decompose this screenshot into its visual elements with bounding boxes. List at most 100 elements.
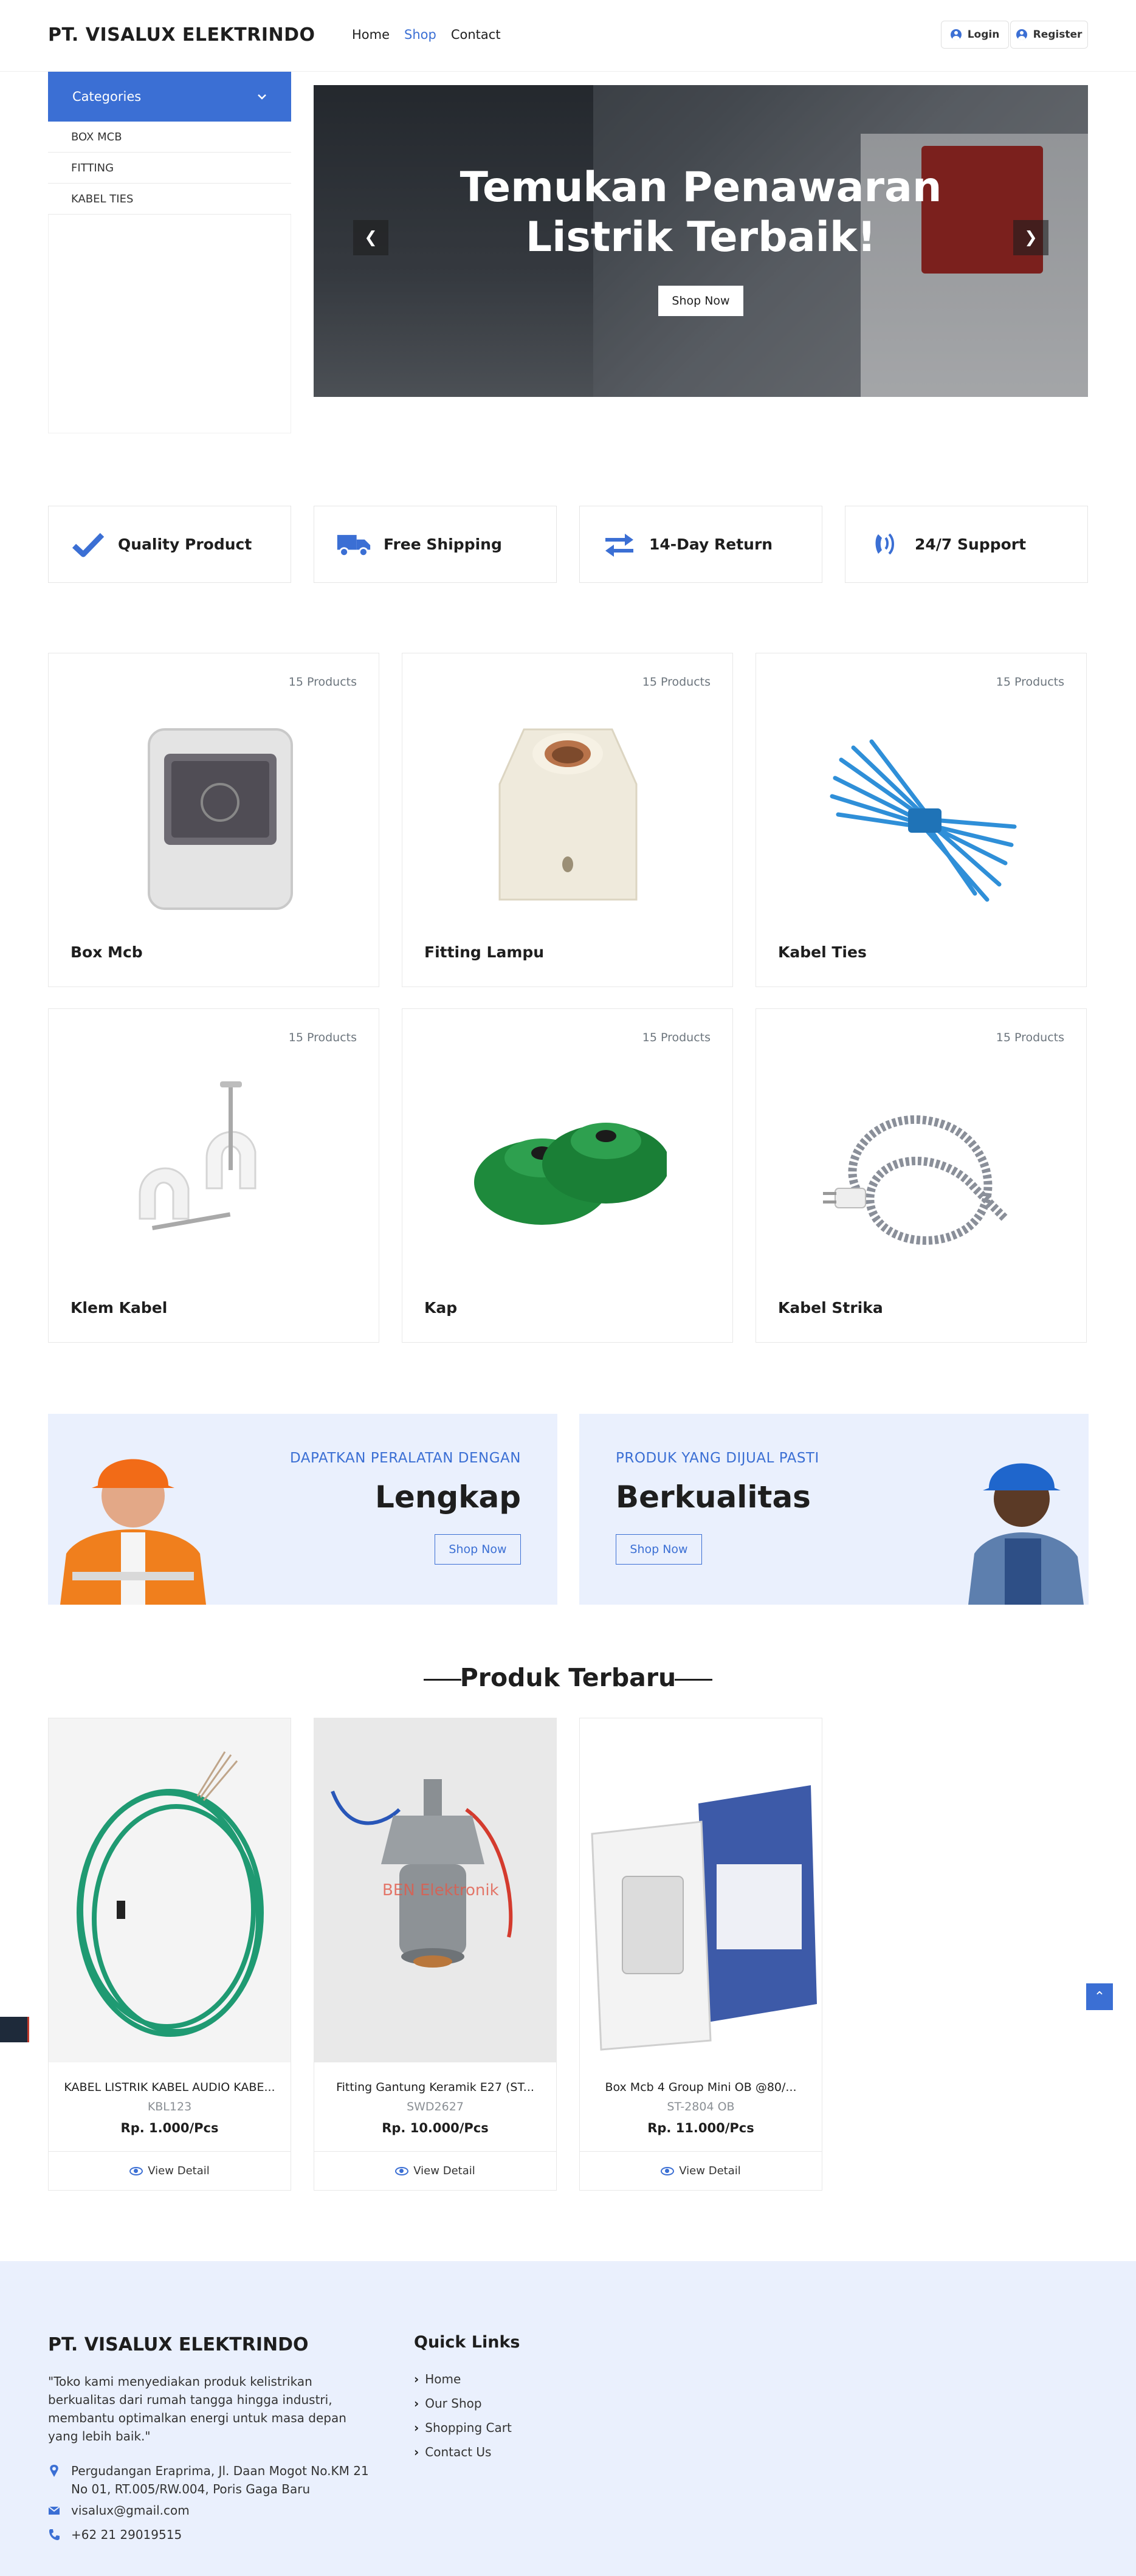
- banner-title: Lengkap: [375, 1479, 521, 1515]
- quick-link-label: Shopping Cart: [425, 2420, 512, 2435]
- product-count: 15 Products: [288, 675, 357, 689]
- product-count: 15 Products: [996, 1031, 1064, 1044]
- worker-orange-image: [60, 1459, 206, 1605]
- quick-link-home[interactable]: › Home: [414, 2372, 461, 2386]
- chevron-down-icon: [258, 94, 266, 100]
- exchange-icon: [602, 527, 637, 562]
- eye-icon: [129, 2166, 143, 2175]
- feature-shipping: Free Shipping: [314, 506, 557, 583]
- category-card-klem-kabel[interactable]: 15 Products Klem Kabel: [48, 1008, 379, 1343]
- category-item-box-mcb[interactable]: BOX MCB: [48, 122, 291, 153]
- chevron-right-icon: ›: [414, 2372, 419, 2386]
- footer-email-text: visalux@gmail.com: [71, 2503, 190, 2518]
- banner-subtitle: PRODUK YANG DIJUAL PASTI: [616, 1450, 819, 1466]
- category-name: Kabel Strika: [778, 1299, 883, 1317]
- eye-icon: [395, 2166, 409, 2175]
- section-title: Produk Terbaru: [460, 1663, 676, 1692]
- view-detail-link[interactable]: View Detail: [580, 2151, 822, 2190]
- product-card-kabel[interactable]: KABEL LISTRIK KABEL AUDIO KABE... KBL123…: [48, 1718, 291, 2191]
- category-name: Box Mcb: [71, 943, 143, 961]
- category-item-fitting[interactable]: FITTING: [48, 153, 291, 184]
- feature-quality: Quality Product: [48, 506, 291, 583]
- product-name[interactable]: Box Mcb 4 Group Mini OB @80/...: [580, 2081, 822, 2094]
- double-chevron-up-icon: ⌃: [1093, 1989, 1106, 2005]
- hero-title-line2: Listrik Terbaik!: [525, 213, 876, 261]
- footer-phone[interactable]: +62 21 29019515: [48, 2526, 388, 2544]
- feature-label: 24/7 Support: [915, 536, 1027, 553]
- view-detail-link[interactable]: View Detail: [314, 2151, 556, 2190]
- phone-icon: [49, 2529, 60, 2540]
- category-card-box-mcb[interactable]: 15 Products Box Mcb: [48, 653, 379, 987]
- product-count: 15 Products: [642, 1031, 711, 1044]
- truck-icon: [336, 527, 371, 562]
- carousel-next-button[interactable]: ❯: [1013, 220, 1048, 255]
- back-to-top-button[interactable]: ⌃: [1086, 1983, 1113, 2010]
- register-button[interactable]: Register: [1010, 21, 1088, 49]
- product-name[interactable]: KABEL LISTRIK KABEL AUDIO KABE...: [49, 2081, 291, 2094]
- eye-icon: [661, 2166, 675, 2175]
- product-card-fitting-gantung[interactable]: BEN Elektronik Fitting Gantung Keramik E…: [314, 1718, 557, 2191]
- check-icon: [71, 527, 106, 562]
- klem-kabel-image: [139, 1081, 256, 1230]
- quick-link-label: Home: [425, 2372, 461, 2386]
- banner-shop-now-button[interactable]: Shop Now: [616, 1534, 702, 1565]
- quick-links-title: Quick Links: [414, 2333, 520, 2352]
- chevron-left-icon: ❮: [364, 229, 377, 247]
- register-label: Register: [1033, 29, 1083, 41]
- login-label: Login: [967, 29, 1000, 41]
- quick-link-label: Our Shop: [425, 2396, 482, 2411]
- quick-link-shopping-cart[interactable]: › Shopping Cart: [414, 2420, 512, 2435]
- feature-label: 14-Day Return: [649, 536, 773, 553]
- categories-toggle[interactable]: Categories: [48, 72, 291, 122]
- login-button[interactable]: Login: [941, 21, 1009, 49]
- category-name: Kap: [424, 1299, 458, 1317]
- footer-address: Pergudangan Eraprima, Jl. Daan Mogot No.…: [48, 2462, 388, 2498]
- category-item-kabel-ties[interactable]: KABEL TIES: [48, 184, 291, 215]
- footer-email[interactable]: visalux@gmail.com: [48, 2501, 388, 2519]
- category-card-fitting-lampu[interactable]: 15 Products Fitting Lampu: [402, 653, 733, 987]
- category-card-kabel-ties[interactable]: 15 Products Kabel Ties: [756, 653, 1087, 987]
- chevron-right-icon: ›: [414, 2420, 419, 2435]
- footer-brand: PT. VISALUX ELEKTRINDO: [48, 2334, 309, 2355]
- feature-return: 14-Day Return: [579, 506, 822, 583]
- product-sku: KBL123: [147, 2100, 192, 2113]
- quick-link-our-shop[interactable]: › Our Shop: [414, 2396, 482, 2411]
- promo-banner-lengkap: DAPATKAN PERALATAN DENGAN Lengkap Shop N…: [48, 1414, 557, 1605]
- kap-lampu-image: [474, 1123, 667, 1225]
- envelope-icon: [48, 2506, 60, 2515]
- product-count: 15 Products: [288, 1031, 357, 1044]
- footer-description: "Toko kami menyediakan produk kelistrika…: [48, 2374, 346, 2443]
- view-detail-link[interactable]: View Detail: [49, 2151, 291, 2190]
- chevron-right-icon: ›: [414, 2396, 419, 2411]
- product-sku: SWD2627: [407, 2100, 464, 2113]
- kabel-ties-image: [830, 739, 1017, 902]
- brand-logo[interactable]: PT. VISALUX ELEKTRINDO: [48, 24, 315, 46]
- product-price: Rp. 10.000/Pcs: [382, 2121, 489, 2135]
- user-icon: [950, 29, 962, 40]
- product-card-box-mcb[interactable]: Box Mcb 4 Group Mini OB @80/... ST-2804 …: [579, 1718, 822, 2191]
- map-marker-icon: [50, 2465, 58, 2477]
- banner-shop-now-button[interactable]: Shop Now: [435, 1534, 521, 1565]
- hero-shop-now-button[interactable]: Shop Now: [658, 286, 743, 316]
- category-card-kap[interactable]: 15 Products Kap: [402, 1008, 733, 1343]
- nav-shop[interactable]: Shop: [404, 27, 436, 42]
- product-name[interactable]: Fitting Gantung Keramik E27 (ST...: [314, 2081, 556, 2094]
- nav-home[interactable]: Home: [352, 27, 390, 42]
- product-sku: ST-2804 OB: [667, 2100, 735, 2113]
- hero-title-line1: Temukan Penawaran: [460, 164, 942, 212]
- title-line-right: [675, 1679, 712, 1681]
- nav-contact[interactable]: Contact: [451, 27, 501, 42]
- side-widget-tab[interactable]: [0, 2017, 29, 2042]
- carousel-prev-button[interactable]: ❮: [353, 220, 388, 255]
- view-detail-label: View Detail: [679, 2164, 741, 2177]
- category-card-kabel-strika[interactable]: 15 Products Kabel Strika: [756, 1008, 1087, 1343]
- banner-title: Berkualitas: [616, 1479, 811, 1515]
- footer-address-text: Pergudangan Eraprima, Jl. Daan Mogot No.…: [71, 2464, 369, 2496]
- quick-link-contact-us[interactable]: › Contact Us: [414, 2445, 491, 2459]
- user-icon: [1016, 29, 1027, 40]
- view-detail-label: View Detail: [148, 2164, 210, 2177]
- feature-label: Free Shipping: [384, 536, 502, 553]
- category-name: Klem Kabel: [71, 1299, 168, 1317]
- chevron-right-icon: ›: [414, 2445, 419, 2459]
- product-price: Rp. 1.000/Pcs: [120, 2121, 219, 2135]
